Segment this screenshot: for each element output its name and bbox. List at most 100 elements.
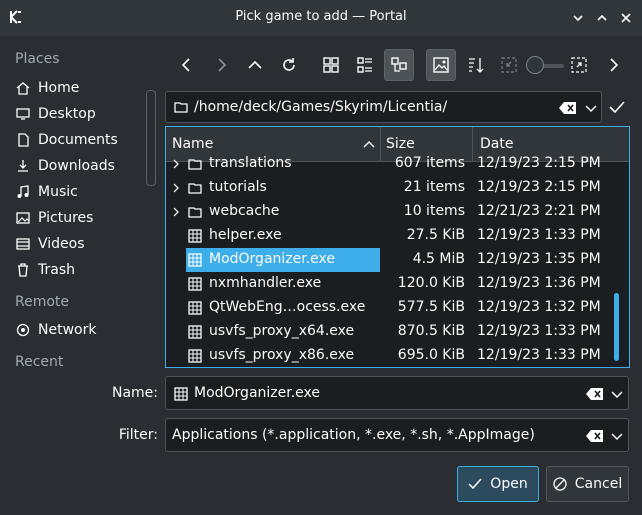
file-date: 12/19/23 1:32 PM (477, 299, 601, 315)
folder-icon (188, 159, 202, 170)
expand-arrow-icon[interactable] (172, 183, 180, 193)
places-scrollbar[interactable] (146, 90, 156, 186)
confirm-path-icon[interactable] (608, 98, 626, 116)
file-size: 120.0 KiB (397, 275, 465, 291)
places-item-desktop[interactable]: Desktop (16, 102, 96, 126)
cancel-button[interactable]: Cancel (546, 466, 629, 502)
file-row[interactable]: helper.exe 27.5 KiB 12/19/23 1:33 PM (166, 224, 629, 248)
file-row-selected[interactable]: ModOrganizer.exe 4.5 MiB 12/19/23 1:35 P… (166, 248, 629, 272)
zoom-slider[interactable] (526, 56, 564, 76)
chevron-down-icon[interactable] (610, 429, 624, 443)
zoom-slider-handle[interactable] (526, 56, 544, 74)
documents-icon (18, 133, 29, 147)
executable-icon (188, 301, 202, 315)
compact-view-button[interactable] (350, 49, 380, 81)
cancel-button-label: Cancel (574, 476, 623, 492)
file-row[interactable]: tutorials 21 items 12/19/23 2:15 PM (166, 176, 629, 200)
places-item-label: Trash (38, 262, 75, 278)
expand-arrow-icon[interactable] (172, 159, 180, 169)
column-name[interactable]: Name (172, 136, 213, 152)
places-item-trash[interactable]: Trash (16, 258, 75, 282)
column-size[interactable]: Size (386, 136, 415, 152)
image-preview-icon (433, 57, 449, 73)
location-bar[interactable]: /home/deck/Games/Skyrim/Licentia/ (165, 91, 602, 123)
file-name: ModOrganizer.exe (209, 251, 336, 267)
file-name: usvfs_proxy_x64.exe (209, 323, 355, 339)
places-item-home[interactable]: Home (16, 76, 79, 100)
places-item-label: Videos (38, 236, 85, 252)
places-item-music[interactable]: Music (16, 180, 78, 204)
file-date: 12/19/23 1:33 PM (477, 227, 601, 243)
forward-button[interactable] (206, 49, 236, 81)
name-field-value[interactable]: ModOrganizer.exe (194, 385, 320, 401)
places-item-documents[interactable]: Documents (16, 128, 118, 152)
places-item-downloads[interactable]: Downloads (16, 154, 115, 178)
compact-view-icon (357, 57, 372, 73)
file-size: 10 items (403, 203, 465, 219)
places-item-label: Desktop (38, 106, 96, 122)
sort-button[interactable] (460, 49, 490, 81)
places-item-network[interactable]: Network (16, 318, 96, 342)
minimize-icon[interactable] (569, 9, 587, 27)
preview-toggle-button[interactable] (426, 49, 456, 81)
clear-icon[interactable] (586, 429, 604, 443)
file-name: helper.exe (209, 227, 282, 243)
file-row[interactable]: translations 607 items 12/19/23 2:15 PM (166, 152, 629, 176)
name-field[interactable]: ModOrganizer.exe (165, 376, 629, 410)
zoom-out-button[interactable] (494, 49, 524, 81)
open-button[interactable]: Open (457, 466, 539, 502)
places-item-label: Downloads (38, 158, 115, 174)
cancel-icon (553, 477, 567, 491)
executable-icon (188, 349, 202, 363)
expand-arrow-icon[interactable] (172, 207, 180, 217)
detailed-view-button[interactable] (384, 49, 414, 81)
file-list-scrollbar[interactable] (612, 163, 622, 363)
file-size: 695.0 KiB (397, 347, 465, 363)
filter-value[interactable]: Applications (*.application, *.exe, *.sh… (172, 427, 535, 443)
reload-button[interactable] (274, 49, 304, 81)
file-name: tutorials (209, 179, 267, 195)
column-date[interactable]: Date (480, 136, 513, 152)
close-icon[interactable] (617, 9, 635, 27)
file-row[interactable]: nxmhandler.exe 120.0 KiB 12/19/23 1:36 P… (166, 272, 629, 296)
places-item-pictures[interactable]: Pictures (16, 206, 93, 230)
file-size: 870.5 KiB (397, 323, 465, 339)
up-button[interactable] (240, 49, 270, 81)
up-icon (248, 60, 262, 69)
chevron-down-icon[interactable] (584, 101, 598, 115)
sort-icon (469, 58, 484, 73)
zoom-out-icon (501, 57, 517, 73)
file-name: nxmhandler.exe (209, 275, 322, 291)
music-icon (17, 185, 29, 198)
trash-icon (18, 263, 28, 277)
back-button[interactable] (172, 49, 202, 81)
sort-ascending-icon[interactable] (363, 139, 375, 151)
title-bar: Pick game to add — Portal (0, 0, 642, 36)
network-icon (16, 323, 30, 337)
places-item-label: Home (38, 80, 80, 96)
file-row[interactable]: QtWebEng…ocess.exe 577.5 KiB 12/19/23 1:… (166, 296, 629, 320)
file-row[interactable]: usvfs_proxy_x86.exe 695.0 KiB 12/19/23 1… (166, 344, 629, 367)
file-size: 4.5 MiB (412, 251, 465, 267)
icons-view-button[interactable] (316, 49, 346, 81)
location-path[interactable]: /home/deck/Games/Skyrim/Licentia/ (194, 99, 447, 115)
clear-icon[interactable] (559, 101, 577, 115)
reload-icon (283, 58, 295, 71)
videos-icon (16, 238, 30, 250)
zoom-in-button[interactable] (564, 49, 594, 81)
filter-combobox[interactable]: Applications (*.application, *.exe, *.sh… (165, 418, 629, 452)
clear-icon[interactable] (586, 387, 604, 401)
more-toolbar-button[interactable] (598, 49, 628, 81)
scrollbar-thumb[interactable] (614, 293, 619, 361)
checkmark-icon (468, 478, 482, 490)
file-size: 21 items (403, 179, 465, 195)
maximize-icon[interactable] (593, 9, 611, 27)
chevron-down-icon[interactable] (610, 387, 624, 401)
file-date: 12/19/23 2:15 PM (477, 179, 601, 195)
file-row[interactable]: webcache 10 items 12/21/23 2:21 PM (166, 200, 629, 224)
file-list[interactable]: Name Size Date translations 607 items 12… (165, 126, 630, 368)
file-name: webcache (209, 203, 280, 219)
places-item-videos[interactable]: Videos (16, 232, 85, 256)
file-row[interactable]: usvfs_proxy_x64.exe 870.5 KiB 12/19/23 1… (166, 320, 629, 344)
executable-icon (188, 253, 202, 267)
